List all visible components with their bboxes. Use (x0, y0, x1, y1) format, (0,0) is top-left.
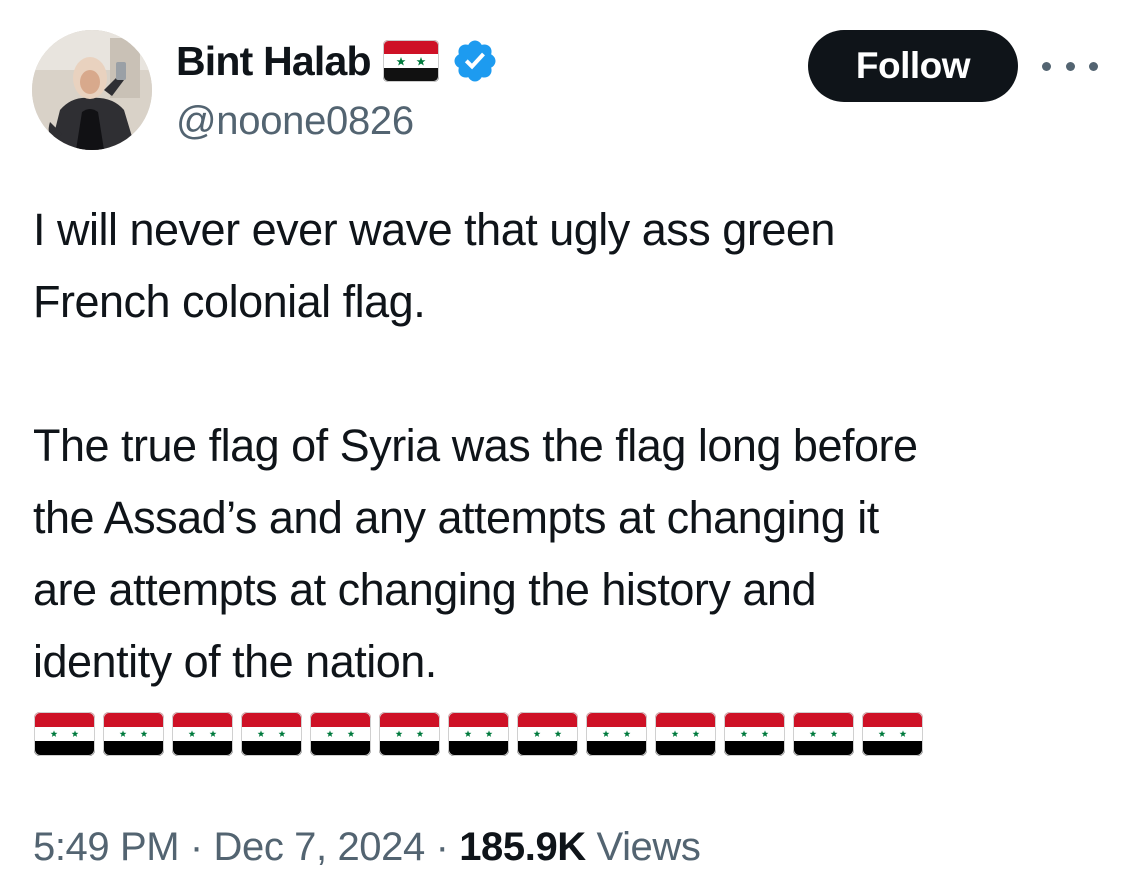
meta-separator: · (189, 825, 203, 869)
syria-flag-icon (655, 712, 716, 756)
syria-flag-icon (172, 712, 233, 756)
syria-flag-icon (382, 40, 439, 82)
tweet-meta: 5:49 PM · Dec 7, 2024 · 185.9K Views (33, 822, 701, 872)
display-name[interactable]: Bint Halab (176, 36, 372, 86)
paragraph-break (33, 338, 1123, 410)
syria-flag-icon (448, 712, 509, 756)
tweet-line: identity of the nation. (33, 636, 437, 687)
tweet-line: The true flag of Syria was the flag long… (33, 420, 918, 471)
syria-flag-icon (310, 712, 371, 756)
syria-flag-icon (586, 712, 647, 756)
avatar-image (32, 30, 152, 150)
avatar[interactable] (32, 30, 152, 150)
more-dot (1042, 61, 1051, 71)
meta-separator: · (435, 825, 449, 869)
views-label: Views (596, 825, 701, 869)
more-dot (1065, 61, 1075, 71)
syria-flag-icon (862, 712, 923, 756)
flag-emoji-row (34, 712, 923, 756)
tweet-line: the Assad’s and any attempts at changing… (33, 492, 879, 543)
tweet-date[interactable]: Dec 7, 2024 (214, 825, 426, 869)
syria-flag-icon (724, 712, 785, 756)
views-count: 185.9K (459, 825, 586, 869)
syria-flag-icon (379, 712, 440, 756)
syria-flag-icon (34, 712, 95, 756)
verified-badge-icon[interactable] (451, 37, 499, 85)
author-name-row: Bint Halab (176, 36, 499, 86)
tweet-line: I will never ever wave that ugly ass gre… (33, 204, 835, 255)
more-dot (1089, 61, 1098, 71)
syria-flag-icon (793, 712, 854, 756)
syria-flag-icon (241, 712, 302, 756)
tweet-time[interactable]: 5:49 PM (33, 825, 180, 869)
more-options-icon[interactable] (1042, 52, 1098, 80)
tweet-text: I will never ever wave that ugly ass gre… (33, 194, 1123, 698)
follow-button[interactable]: Follow (808, 30, 1018, 102)
tweet-line: French colonial flag. (33, 276, 426, 327)
tweet-line: are attempts at changing the history and (33, 564, 817, 615)
syria-flag-icon (517, 712, 578, 756)
syria-flag-icon (103, 712, 164, 756)
author-handle[interactable]: @noone0826 (176, 96, 414, 146)
